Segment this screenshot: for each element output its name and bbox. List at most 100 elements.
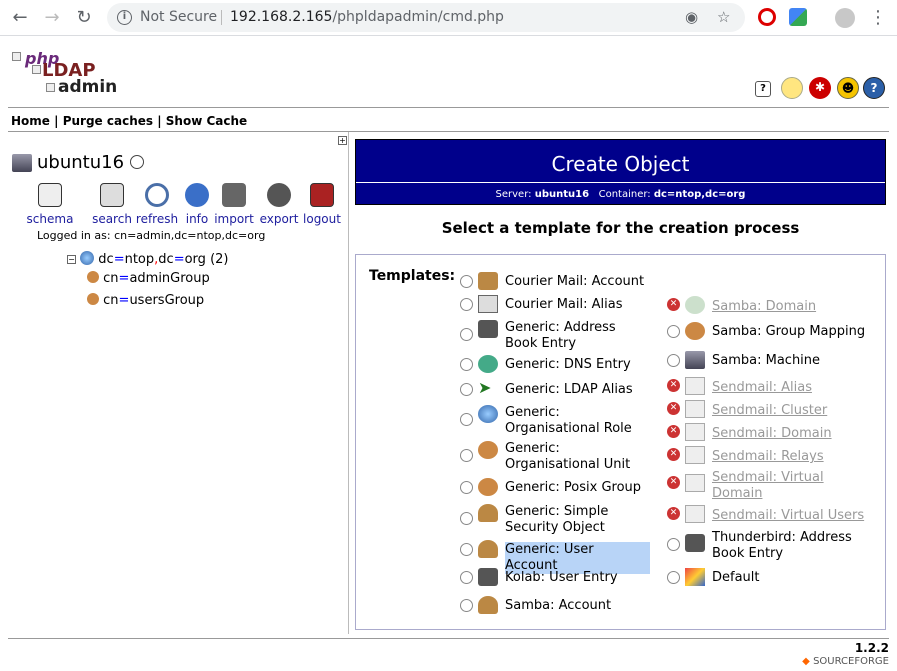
template-radio[interactable] <box>667 354 680 367</box>
question-icon[interactable]: ? <box>863 77 885 99</box>
error-icon: ✕ <box>667 402 680 415</box>
template-label: Generic: DNS Entry <box>505 357 631 372</box>
back-icon[interactable]: ← <box>8 6 32 30</box>
tree-eq: = <box>173 252 185 267</box>
templates-label: Templates: <box>369 268 456 284</box>
search-label: search <box>92 212 132 226</box>
template-label: Generic: Organisational Unit <box>505 441 631 472</box>
subtitle: Select a template for the creation proce… <box>441 219 800 237</box>
forward-icon[interactable]: → <box>40 6 64 30</box>
group-mapping-icon <box>685 322 705 340</box>
logo-admin: admin <box>58 77 118 97</box>
reload-icon[interactable]: ↻ <box>72 6 96 30</box>
template-radio[interactable] <box>460 449 473 462</box>
schema-button[interactable]: schema <box>25 183 75 226</box>
template-radio[interactable] <box>460 413 473 426</box>
template-label: Kolab: User Entry <box>505 570 618 585</box>
tree-item[interactable]: cn=usersGroup <box>87 293 204 308</box>
tree-root-label: ntop <box>124 252 155 267</box>
info-icon[interactable]: i <box>117 10 132 25</box>
tree-eq: = <box>113 252 125 267</box>
info-icon <box>185 183 209 207</box>
default-icon <box>685 568 705 586</box>
purge-caches-link[interactable]: Purge caches <box>63 114 153 128</box>
version-label: 1.2.2 <box>854 641 889 655</box>
sourceforge-logo[interactable]: ◆ SOURCEFORGE <box>802 656 889 667</box>
logout-button[interactable]: logout <box>297 183 347 226</box>
tree-item-label: usersGroup <box>129 293 205 308</box>
tree-node-icon <box>46 83 55 92</box>
tree-root-label: org <box>184 252 206 267</box>
envelope-icon <box>685 505 705 523</box>
error-icon: ✕ <box>667 298 680 311</box>
template-label: Generic: LDAP Alias <box>505 382 633 397</box>
menu-icon[interactable]: ⋮ <box>866 6 890 30</box>
template-label: Sendmail: Virtual Users <box>712 508 865 523</box>
template-radio[interactable] <box>460 512 473 525</box>
expand-toggle-icon[interactable]: + <box>338 136 347 145</box>
template-radio[interactable] <box>460 328 473 341</box>
show-cache-link[interactable]: Show Cache <box>166 114 247 128</box>
template-radio[interactable] <box>460 298 473 311</box>
arrow-right-icon: ➤ <box>478 378 492 397</box>
template-label: Courier Mail: Account <box>505 274 645 289</box>
opera-extension-icon[interactable] <box>758 8 776 26</box>
address-book-icon <box>478 320 498 338</box>
error-icon: ✕ <box>667 448 680 461</box>
template-label: Samba: Account <box>505 598 612 613</box>
thunderbird-icon <box>685 534 705 552</box>
tree-root-label: dc <box>98 252 114 267</box>
divider <box>8 107 889 108</box>
template-radio[interactable] <box>460 275 473 288</box>
template-radio[interactable] <box>667 325 680 338</box>
help-icon[interactable]: ? <box>755 81 771 97</box>
import-button[interactable]: import <box>209 183 259 226</box>
template-radio[interactable] <box>460 358 473 371</box>
template-radio[interactable] <box>460 481 473 494</box>
template-label: Sendmail: Relays <box>712 449 824 464</box>
tree-root-label: dc <box>158 252 174 267</box>
lightbulb-icon[interactable] <box>781 77 803 99</box>
collapse-icon[interactable]: − <box>67 255 76 264</box>
template-label: Sendmail: Domain <box>712 426 832 441</box>
smiley-icon[interactable]: ☻ <box>837 77 859 99</box>
template-radio[interactable] <box>460 599 473 612</box>
camera-blocked-icon[interactable]: ◉ <box>685 8 698 26</box>
template-label: Courier Mail: Alias <box>505 297 623 312</box>
clock-icon[interactable] <box>130 155 144 169</box>
url-text[interactable]: 192.168.2.165/phpldapadmin/cmd.php <box>230 9 504 25</box>
envelope-icon <box>685 446 705 464</box>
browser-toolbar: ← → ↻ i Not Secure 192.168.2.165/phpldap… <box>0 0 897 36</box>
translate-extension-icon[interactable] <box>789 8 807 26</box>
home-link[interactable]: Home <box>11 114 50 128</box>
page-title: Create Object <box>551 152 690 176</box>
import-label: import <box>214 212 254 226</box>
machine-icon <box>685 351 705 369</box>
tree-item[interactable]: cn=adminGroup <box>87 271 210 286</box>
courier-account-icon <box>478 272 498 290</box>
template-radio[interactable] <box>460 383 473 396</box>
security-label: Not Secure <box>140 9 218 25</box>
sourceforge-icon: ◆ <box>802 656 810 667</box>
top-right-icons: ? ✱ ☻ ? <box>755 77 885 101</box>
dns-icon <box>478 355 498 373</box>
template-label: Generic: Simple Security Object <box>505 504 609 535</box>
bug-icon[interactable]: ✱ <box>809 77 831 99</box>
export-icon <box>267 183 291 207</box>
tree-root[interactable]: − dc=ntop,dc=org (2) <box>67 251 228 267</box>
search-button[interactable]: search <box>87 183 137 226</box>
org-unit-icon <box>478 441 498 459</box>
profile-avatar[interactable] <box>835 8 855 28</box>
template-label: Default <box>712 570 760 585</box>
envelope-icon <box>685 400 705 418</box>
address-bar[interactable]: i Not Secure 192.168.2.165/phpldapadmin/… <box>107 3 745 32</box>
template-radio[interactable] <box>667 571 680 584</box>
bookmark-star-icon[interactable]: ☆ <box>717 8 730 26</box>
template-radio[interactable] <box>460 543 473 556</box>
globe-icon <box>478 405 498 423</box>
group-icon <box>87 271 99 283</box>
posix-group-icon <box>478 478 498 496</box>
template-radio[interactable] <box>460 571 473 584</box>
top-nav: Home | Purge caches | Show Cache <box>11 114 247 128</box>
template-radio[interactable] <box>667 538 680 551</box>
